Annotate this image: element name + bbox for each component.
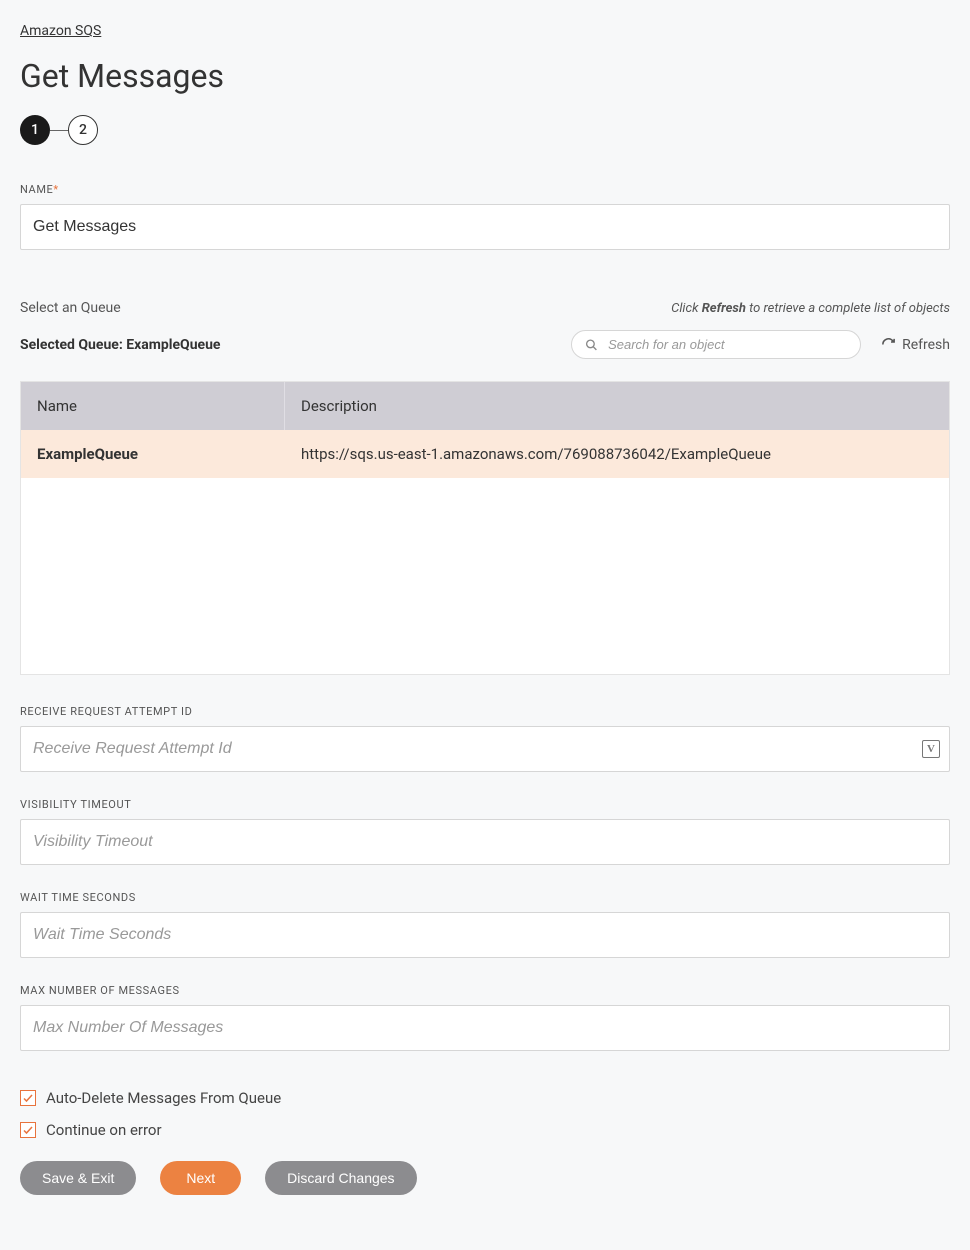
search-icon	[585, 338, 598, 351]
discard-button[interactable]: Discard Changes	[265, 1161, 416, 1195]
stepper: 1 2	[20, 115, 950, 145]
wait-input[interactable]	[20, 912, 950, 958]
table-row[interactable]: ExampleQueue https://sqs.us-east-1.amazo…	[21, 430, 949, 478]
cell-description: https://sqs.us-east-1.amazonaws.com/7690…	[285, 430, 949, 478]
name-input[interactable]	[20, 204, 950, 250]
th-name[interactable]: Name	[21, 382, 285, 430]
checkbox-box	[20, 1090, 36, 1106]
queue-table: Name Description ExampleQueue https://sq…	[20, 381, 950, 675]
required-star: *	[53, 183, 58, 196]
auto-delete-checkbox[interactable]: Auto-Delete Messages From Queue	[20, 1089, 950, 1107]
next-button[interactable]: Next	[160, 1161, 241, 1195]
selected-queue-label: Selected Queue: ExampleQueue	[20, 337, 221, 353]
refresh-icon	[881, 337, 896, 352]
receive-id-input[interactable]	[20, 726, 950, 772]
max-label: MAX NUMBER OF MESSAGES	[20, 984, 950, 997]
checkmark-icon	[22, 1092, 34, 1104]
max-input[interactable]	[20, 1005, 950, 1051]
checkmark-icon	[22, 1124, 34, 1136]
refresh-hint: Click Refresh to retrieve a complete lis…	[671, 301, 950, 316]
continue-error-label: Continue on error	[46, 1121, 162, 1139]
select-queue-label: Select an Queue	[20, 300, 121, 316]
cell-name: ExampleQueue	[21, 430, 285, 478]
th-description[interactable]: Description	[285, 382, 949, 430]
name-label: NAME*	[20, 183, 950, 196]
variable-icon[interactable]: V	[922, 740, 940, 758]
checkbox-box	[20, 1122, 36, 1138]
search-input[interactable]	[571, 330, 861, 359]
visibility-label: VISIBILITY TIMEOUT	[20, 798, 950, 811]
visibility-input[interactable]	[20, 819, 950, 865]
step-2[interactable]: 2	[68, 115, 98, 145]
save-exit-button[interactable]: Save & Exit	[20, 1161, 136, 1195]
step-connector	[50, 130, 68, 131]
receive-id-label: RECEIVE REQUEST ATTEMPT ID	[20, 705, 950, 718]
continue-error-checkbox[interactable]: Continue on error	[20, 1121, 950, 1139]
wait-label: WAIT TIME SECONDS	[20, 891, 950, 904]
refresh-label: Refresh	[902, 337, 950, 353]
page-title: Get Messages	[20, 57, 950, 95]
breadcrumb-link[interactable]: Amazon SQS	[20, 23, 101, 39]
table-header: Name Description	[21, 382, 949, 430]
step-1[interactable]: 1	[20, 115, 50, 145]
refresh-button[interactable]: Refresh	[881, 337, 950, 353]
auto-delete-label: Auto-Delete Messages From Queue	[46, 1089, 281, 1107]
